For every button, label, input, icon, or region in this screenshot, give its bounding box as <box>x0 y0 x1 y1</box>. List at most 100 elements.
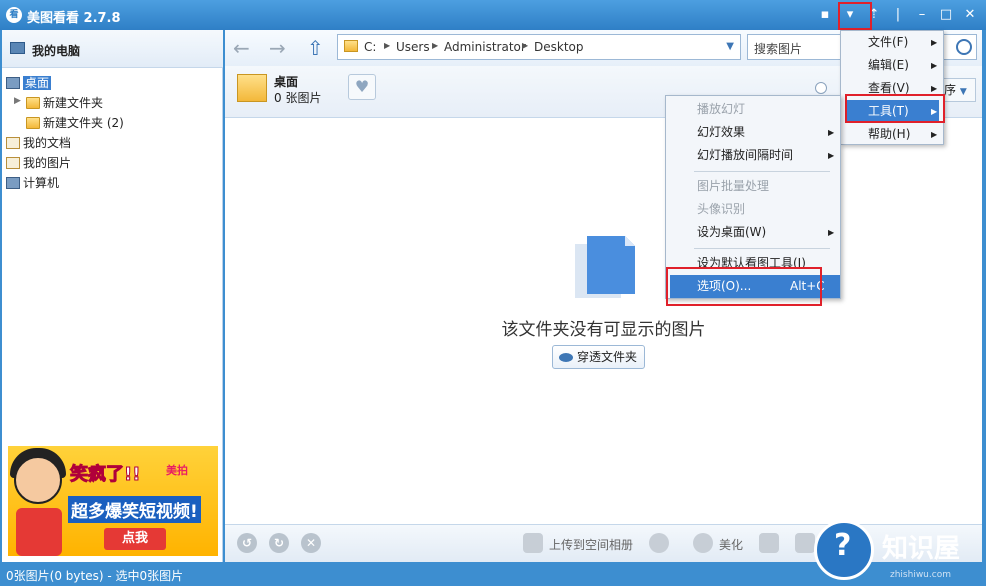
menu-item-label: 幻灯效果 <box>697 125 746 139</box>
location-name: 桌面 <box>274 75 299 89</box>
menu-item-label: 文件(F) <box>868 35 909 49</box>
main-dropdown-menu: 文件(F) ▶ 编辑(E) ▶ 查看(V) ▶ 工具(T) ▶ 帮助(H) ▶ <box>840 30 944 145</box>
submenu-arrow-icon: ▶ <box>931 38 938 47</box>
beautify-icon[interactable] <box>693 533 713 553</box>
rotate-right-icon[interactable]: ↻ <box>269 533 289 553</box>
sidebar-item-computer[interactable]: 计算机 <box>6 174 59 192</box>
watermark-logo: ? 知识屋 zhishiwu.com <box>806 518 986 586</box>
beautify-button[interactable]: 美化 <box>719 536 743 553</box>
favorite-button[interactable]: ♥ <box>348 74 376 100</box>
slideshow-icon[interactable] <box>759 533 779 553</box>
rotate-left-icon[interactable]: ↺ <box>237 533 257 553</box>
expand-arrow-icon[interactable]: ▶ <box>14 96 21 106</box>
ad-tagline: 超多爆笑短视频! <box>68 496 201 523</box>
feedback-icon[interactable]: ▪ <box>815 5 835 25</box>
ad-headline: 笑疯了!! <box>69 464 141 486</box>
delete-icon[interactable]: ✕ <box>301 533 321 553</box>
pictures-icon <box>6 157 20 169</box>
folder-icon <box>26 117 40 129</box>
menu-item-label: 查看(V) <box>868 81 910 95</box>
sidebar-item-my-documents[interactable]: 我的文档 <box>6 134 71 152</box>
menu-item-play-slideshow[interactable]: 播放幻灯 <box>666 98 840 121</box>
sidebar: 我的电脑 桌面 ▶ 新建文件夹 新建文件夹 (2) 我的文档 我的图片 计算机 … <box>2 30 223 562</box>
menu-item-label: 编辑(E) <box>868 58 909 72</box>
desktop-icon <box>6 77 20 89</box>
menu-item-file[interactable]: 文件(F) ▶ <box>841 31 943 54</box>
highlight-box <box>666 267 822 306</box>
menu-item-help[interactable]: 帮助(H) ▶ <box>841 123 943 146</box>
sidebar-item-desktop[interactable]: 桌面 <box>6 74 52 92</box>
highlight-box <box>845 94 945 123</box>
upload-icon[interactable] <box>523 533 543 553</box>
breadcrumb-desktop[interactable]: Desktop <box>534 40 584 54</box>
ad-brand: 美拍 <box>166 464 188 477</box>
sidebar-item-new-folder[interactable]: 新建文件夹 <box>26 94 103 112</box>
upload-to-album-button[interactable]: 上传到空间相册 <box>549 536 633 553</box>
sidebar-item-label: 桌面 <box>23 76 52 90</box>
highlight-box <box>838 2 872 30</box>
menu-item-label: 幻灯播放间隔时间 <box>697 148 794 162</box>
breadcrumb-administrator[interactable]: Administrator <box>444 40 526 54</box>
window-title: 美图看看 2.7.8 <box>27 11 121 26</box>
maximize-icon[interactable]: □ <box>936 5 956 25</box>
sidebar-item-label: 新建文件夹 <box>43 96 104 110</box>
submenu-arrow-icon: ▶ <box>931 61 938 70</box>
menu-item-set-wallpaper[interactable]: 设为桌面(W) ▶ <box>666 221 840 244</box>
menu-item-label: 帮助(H) <box>868 127 911 141</box>
sidebar-item-label: 新建文件夹 (2) <box>43 116 124 130</box>
eye-icon <box>559 353 573 362</box>
menu-item-slideshow-interval[interactable]: 幻灯播放间隔时间 ▶ <box>666 144 840 167</box>
sort-button[interactable]: 序 ▼ <box>940 78 976 102</box>
ad-banner[interactable]: 笑疯了!! 美拍 超多爆笑短视频! 点我 <box>8 446 218 556</box>
breadcrumb-separator-icon[interactable]: ▶ <box>432 41 438 50</box>
menu-item-face-recognition[interactable]: 头像识别 <box>666 198 840 221</box>
submenu-arrow-icon: ▶ <box>931 130 938 139</box>
menu-item-label: 设为桌面(W) <box>697 225 767 239</box>
folder-icon <box>237 74 267 102</box>
submenu-arrow-icon: ▶ <box>828 151 835 160</box>
empty-message: 该文件夹没有可显示的图片 <box>501 320 706 340</box>
breadcrumb-separator-icon[interactable]: ▶ <box>384 41 390 50</box>
computer-icon <box>10 42 25 54</box>
sort-label: 序 <box>944 83 957 97</box>
menu-item-slideshow-effects[interactable]: 幻灯效果 ▶ <box>666 121 840 144</box>
breadcrumb-users[interactable]: Users <box>396 40 430 54</box>
sidebar-item-new-folder-2[interactable]: 新建文件夹 (2) <box>26 114 124 132</box>
back-arrow-icon[interactable]: ← <box>233 36 250 60</box>
traverse-folder-button[interactable]: 穿透文件夹 <box>552 345 645 369</box>
menu-item-edit[interactable]: 编辑(E) ▶ <box>841 54 943 77</box>
location-count: 0 张图片 <box>274 91 322 105</box>
minimize-icon[interactable]: – <box>912 5 932 25</box>
empty-folder-illustration <box>575 236 635 298</box>
ad-button[interactable]: 点我 <box>104 528 166 550</box>
question-icon: ? <box>834 528 852 563</box>
up-folder-icon[interactable]: ⇧ <box>307 36 324 60</box>
weibo-icon[interactable] <box>649 533 669 553</box>
app-logo-icon: 看 <box>6 7 22 23</box>
address-dropdown-icon[interactable]: ▼ <box>726 41 734 52</box>
search-input[interactable]: 搜索图片 <box>754 40 802 57</box>
menu-item-batch-process[interactable]: 图片批量处理 <box>666 175 840 198</box>
breadcrumb-separator-icon[interactable]: ▶ <box>522 41 528 50</box>
breadcrumb-drive[interactable]: C: <box>364 40 376 54</box>
drive-icon <box>344 40 358 52</box>
forward-arrow-icon[interactable]: → <box>269 36 286 60</box>
ad-figure-face <box>14 456 62 504</box>
watermark-name: 知识屋 <box>882 534 961 564</box>
sidebar-item-my-pictures[interactable]: 我的图片 <box>6 154 71 172</box>
search-icon[interactable] <box>956 39 972 55</box>
traverse-folder-label: 穿透文件夹 <box>577 350 638 364</box>
submenu-arrow-icon: ▶ <box>828 228 835 237</box>
menu-separator <box>694 171 830 172</box>
status-text: 0张图片(0 bytes) - 选中0张图片 <box>6 569 184 583</box>
address-bar[interactable]: C: ▶ Users ▶ Administrator ▶ Desktop ▼ <box>337 34 741 60</box>
sidebar-header[interactable]: 我的电脑 <box>2 30 223 68</box>
sidebar-item-label: 我的图片 <box>23 156 72 170</box>
heart-icon: ♥ <box>354 77 370 96</box>
close-icon[interactable]: ✕ <box>960 5 980 25</box>
zoom-slider-knob[interactable] <box>815 82 827 94</box>
computer-icon <box>6 177 20 189</box>
divider: | <box>895 7 901 22</box>
watermark-url: zhishiwu.com <box>890 570 951 580</box>
folder-icon <box>26 97 40 109</box>
